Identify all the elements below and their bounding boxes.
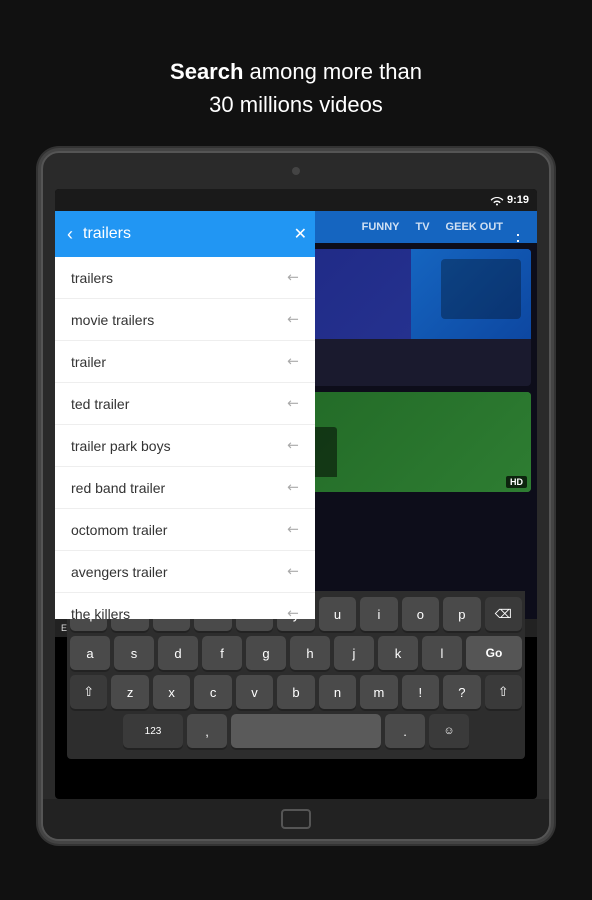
key-u[interactable]: u — [319, 597, 356, 631]
key-v[interactable]: v — [236, 675, 273, 709]
status-time: 9:19 — [507, 194, 529, 206]
key-x[interactable]: x — [153, 675, 190, 709]
key-h[interactable]: h — [290, 636, 330, 670]
suggestion-arrow-3: ↗ — [283, 393, 303, 413]
suggestion-text-1: movie trailers — [71, 312, 154, 328]
key-question[interactable]: ? — [443, 675, 480, 709]
key-g[interactable]: g — [246, 636, 286, 670]
camera — [292, 167, 300, 175]
suggestion-item-4[interactable]: trailer park boys ↗ — [55, 425, 315, 467]
key-123[interactable]: 123 — [123, 714, 183, 748]
key-m[interactable]: m — [360, 675, 397, 709]
key-comma[interactable]: , — [187, 714, 227, 748]
suggestion-text-5: red band trailer — [71, 480, 165, 496]
suggestion-item-1[interactable]: movie trailers ↗ — [55, 299, 315, 341]
suggestion-item-8[interactable]: the killers ↗ — [55, 593, 315, 619]
suggestion-item-7[interactable]: avengers trailer ↗ — [55, 551, 315, 593]
key-s[interactable]: s — [114, 636, 154, 670]
suggestion-arrow-1: ↗ — [283, 309, 303, 329]
key-period[interactable]: . — [385, 714, 425, 748]
tablet-bottom-bar — [43, 799, 549, 839]
keyboard-row-3: ⇧ z x c v b n m ! ? ⇧ — [70, 675, 522, 709]
key-a[interactable]: a — [70, 636, 110, 670]
suggestion-arrow-5: ↗ — [283, 477, 303, 497]
suggestion-item-6[interactable]: octomom trailer ↗ — [55, 509, 315, 551]
key-shift-right[interactable]: ⇧ — [485, 675, 522, 709]
suggestion-text-8: the killers — [71, 606, 130, 620]
search-query[interactable]: trailers — [83, 225, 288, 243]
status-bar: 9:19 — [55, 189, 537, 211]
key-d[interactable]: d — [158, 636, 198, 670]
header-line1: Search among more than — [170, 59, 422, 84]
suggestion-text-7: avengers trailer — [71, 564, 168, 580]
suggestion-arrow-6: ↗ — [283, 519, 303, 539]
hd-badge: HD — [506, 476, 527, 488]
suggestion-item-3[interactable]: ted trailer ↗ — [55, 383, 315, 425]
suggestion-arrow-0: ↗ — [283, 267, 303, 287]
key-j[interactable]: j — [334, 636, 374, 670]
key-n[interactable]: n — [319, 675, 356, 709]
key-emoji[interactable]: ☺ — [429, 714, 469, 748]
key-p[interactable]: p — [443, 597, 480, 631]
three-dots-menu[interactable]: ⋮ — [505, 227, 531, 243]
key-exclaim[interactable]: ! — [402, 675, 439, 709]
keyboard-row-2: a s d f g h j k l Go — [70, 636, 522, 670]
suggestion-text-6: octomom trailer — [71, 522, 167, 538]
suggestion-arrow-2: ↗ — [283, 351, 303, 371]
keyboard-row-4: 123 , . ☺ — [70, 714, 522, 748]
key-b[interactable]: b — [277, 675, 314, 709]
key-go[interactable]: Go — [466, 636, 522, 670]
suggestion-text-0: trailers — [71, 270, 113, 286]
key-space[interactable] — [231, 714, 381, 748]
status-icons: 9:19 — [490, 194, 529, 206]
suggestion-text-3: ted trailer — [71, 396, 129, 412]
suggestion-text-2: trailer — [71, 354, 106, 370]
key-k[interactable]: k — [378, 636, 418, 670]
home-button[interactable] — [281, 809, 311, 829]
app-area: FUNNY TV GEEK OUT ⋮ — [55, 211, 537, 619]
search-overlay: ‹ trailers ✕ trailers ↗ movie trailers ↗… — [55, 211, 315, 619]
suggestion-arrow-4: ↗ — [283, 435, 303, 455]
suggestion-item-5[interactable]: red band trailer ↗ — [55, 467, 315, 509]
key-f[interactable]: f — [202, 636, 242, 670]
key-o[interactable]: o — [402, 597, 439, 631]
key-shift-left[interactable]: ⇧ — [70, 675, 107, 709]
search-back-button[interactable]: ‹ — [63, 222, 77, 247]
key-c[interactable]: c — [194, 675, 231, 709]
suggestion-arrow-8: ↗ — [283, 603, 303, 619]
search-clear-button[interactable]: ✕ — [294, 224, 307, 244]
header-line2: 30 millions videos — [209, 92, 383, 117]
tablet: 9:19 FUNNY TV GEEK OUT ⋮ — [41, 151, 551, 841]
suggestion-list: trailers ↗ movie trailers ↗ trailer ↗ te… — [55, 257, 315, 619]
header-search-word: Search — [170, 59, 243, 84]
search-bar[interactable]: ‹ trailers ✕ — [55, 211, 315, 257]
key-z[interactable]: z — [111, 675, 148, 709]
suggestion-item-2[interactable]: trailer ↗ — [55, 341, 315, 383]
tab-tv[interactable]: TV — [407, 211, 437, 243]
wifi-icon — [490, 195, 504, 206]
header-section: Search among more than 30 millions video… — [170, 55, 422, 121]
key-l[interactable]: l — [422, 636, 462, 670]
key-i[interactable]: i — [360, 597, 397, 631]
suggestion-item-0[interactable]: trailers ↗ — [55, 257, 315, 299]
suggestion-arrow-7: ↗ — [283, 561, 303, 581]
tab-geek-out[interactable]: GEEK OUT — [438, 211, 511, 243]
screen: 9:19 FUNNY TV GEEK OUT ⋮ — [55, 189, 537, 799]
tab-funny[interactable]: FUNNY — [354, 211, 408, 243]
suggestion-text-4: trailer park boys — [71, 438, 171, 454]
key-delete[interactable]: ⌫ — [485, 597, 522, 631]
